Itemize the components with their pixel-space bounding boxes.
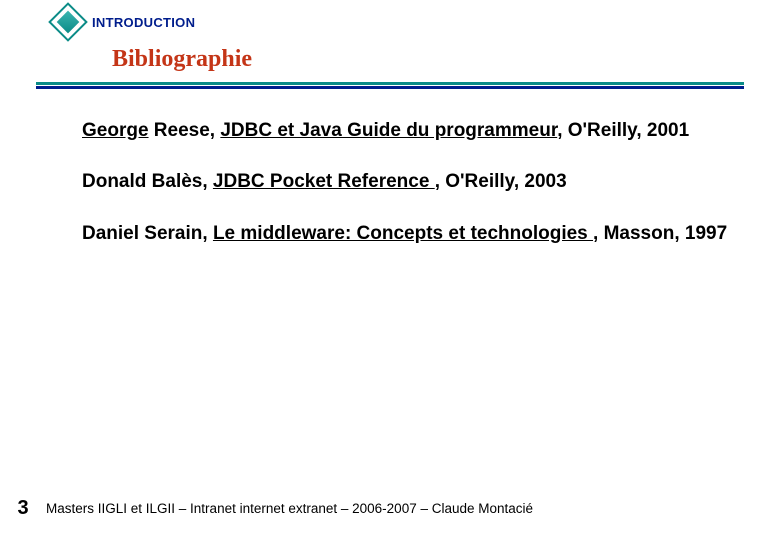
author-underlined: George: [82, 120, 149, 141]
footer-text: Masters IIGLI et ILGII – Intranet intern…: [46, 501, 533, 516]
content-area: George Reese, JDBC et Java Guide du prog…: [0, 90, 780, 248]
title-underlined: JDBC et Java Guide du programmeur: [220, 120, 557, 141]
section-label: INTRODUCTION: [92, 15, 195, 30]
author-plain: Daniel Serain,: [82, 223, 213, 244]
biblio-entry: Daniel Serain, Le middleware: Concepts e…: [82, 219, 730, 248]
author-rest: Reese,: [149, 120, 221, 141]
author-plain: Donald Balès,: [82, 171, 213, 192]
slide-title: Bibliographie: [112, 46, 252, 73]
title-underlined: Le middleware: Concepts et technologies: [213, 223, 593, 244]
biblio-entry: Donald Balès, JDBC Pocket Reference , O'…: [82, 167, 730, 196]
slide-footer: 3 Masters IIGLI et ILGII – Intranet inte…: [0, 497, 780, 520]
title-underlined: JDBC Pocket Reference: [213, 171, 435, 192]
entry-trail: , O'Reilly, 2003: [435, 171, 567, 192]
slide-header: INTRODUCTION Bibliographie: [0, 0, 780, 82]
entry-trail: , O'Reilly, 2001: [557, 120, 689, 141]
biblio-entry: George Reese, JDBC et Java Guide du prog…: [82, 116, 730, 145]
entry-trail: , Masson, 1997: [593, 223, 727, 244]
divider-rule: [36, 82, 744, 90]
page-number: 3: [0, 497, 46, 520]
diamond-bullet-icon: [54, 8, 82, 36]
